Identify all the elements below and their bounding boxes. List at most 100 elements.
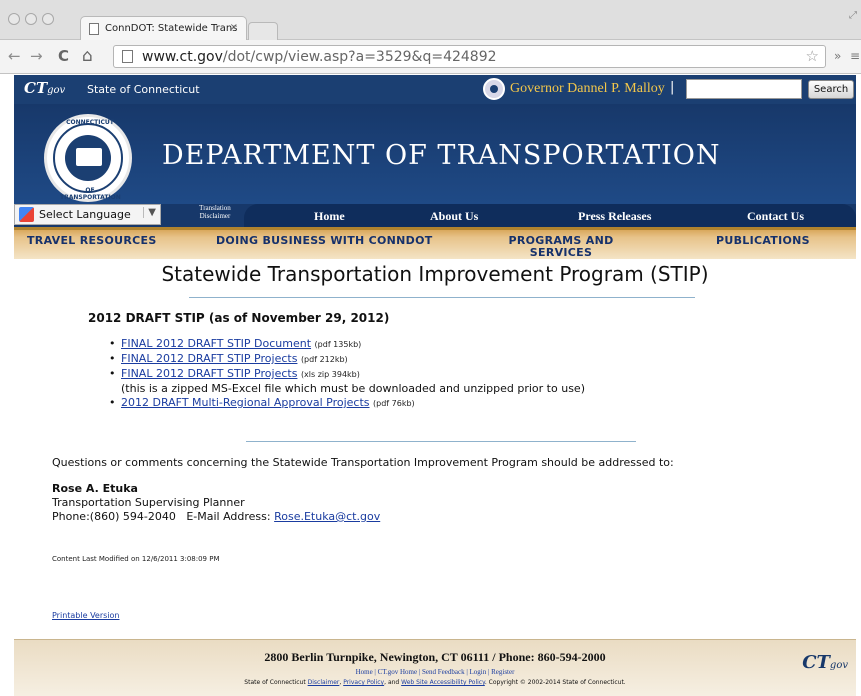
disclaimer-label: Disclaimer [199, 212, 231, 220]
footer-logo-gov: gov [829, 660, 848, 671]
file-meta: (pdf 76kb) [373, 399, 415, 408]
page-margin [0, 74, 14, 696]
list-item: FINAL 2012 DRAFT STIP Projects (xls zip … [107, 367, 585, 382]
maximize-window-icon[interactable] [42, 13, 54, 25]
url-host: www.ct.gov [142, 49, 223, 65]
fullscreen-icon[interactable]: ⤢ [849, 10, 857, 21]
seal-bottom-text: OF TRANSPORTATION [60, 187, 121, 201]
minimize-window-icon[interactable] [25, 13, 37, 25]
nav-about-us[interactable]: About Us [430, 209, 478, 224]
ct-gov-footer-logo[interactable]: CTgov [802, 652, 848, 673]
file-meta: (xls zip 394kb) [300, 370, 360, 379]
final-stip-projects-pdf-link[interactable]: FINAL 2012 DRAFT STIP Projects [121, 352, 297, 365]
copy-prefix: State of Connecticut [244, 679, 306, 686]
chevron-down-icon: ▼ [143, 207, 156, 218]
privacy-policy-link[interactable]: Privacy Policy [343, 679, 384, 686]
file-meta: (pdf 212kb) [300, 355, 348, 364]
nav-press-releases[interactable]: Press Releases [578, 209, 651, 224]
page-title: Statewide Transportation Improvement Pro… [161, 262, 709, 286]
translation-disclaimer-link[interactable]: Translation Disclaimer [195, 204, 235, 220]
browser-tab[interactable]: ConnDOT: Statewide Trans × [80, 16, 247, 41]
nav-home[interactable]: Home [314, 209, 345, 224]
printable-version-link[interactable]: Printable Version [52, 611, 120, 620]
separator: | [670, 80, 675, 95]
ct-gov-bar: CTgov State of Connecticut Governor Dann… [14, 75, 856, 104]
footer-logo-ct: CT [802, 652, 830, 673]
seal-top-text: CONNECTICUT [66, 119, 114, 126]
window-controls[interactable] [8, 13, 54, 25]
ct-gov-logo[interactable]: CTgov [24, 79, 65, 97]
secondary-nav: TRAVEL RESOURCES DOING BUSINESS WITH CON… [14, 227, 856, 259]
page-icon [122, 50, 133, 63]
nav-publications[interactable]: PUBLICATIONS [716, 235, 810, 247]
site-search-input[interactable] [686, 79, 802, 99]
state-label[interactable]: State of Connecticut [87, 83, 200, 96]
main-content: Statewide Transportation Improvement Pro… [14, 259, 856, 639]
home-icon[interactable]: ⌂ [82, 48, 93, 65]
url-path: /dot/cwp/view.asp?a=3529&q=424892 [222, 49, 497, 65]
contact-title: Transportation Supervising Planner [52, 496, 245, 509]
reload-icon[interactable]: C [58, 48, 69, 64]
main-nav: Home About Us Press Releases Contact Us [244, 204, 856, 227]
tab-title: ConnDOT: Statewide Trans [105, 23, 238, 34]
file-meta: (pdf 135kb) [314, 340, 362, 349]
list-item: 2012 DRAFT Multi-Regional Approval Proje… [107, 396, 585, 411]
phone-label: Phone:(860) 594-2040 [52, 510, 176, 523]
address-bar[interactable]: www.ct.gov/dot/cwp/view.asp?a=3529&q=424… [113, 45, 826, 68]
document-list: FINAL 2012 DRAFT STIP Document (pdf 135k… [107, 337, 585, 411]
translation-label: Translation [199, 204, 231, 212]
connecticut-shape-icon [76, 148, 102, 166]
department-title: DEPARTMENT OF TRANSPORTATION [162, 140, 721, 171]
list-item: FINAL 2012 DRAFT STIP Document (pdf 135k… [107, 337, 585, 352]
select-language-dropdown[interactable]: Select Language ▼ [14, 204, 161, 225]
nav-programs-services[interactable]: PROGRAMS AND SERVICES [496, 235, 626, 259]
back-icon[interactable]: ← [8, 48, 21, 64]
close-tab-icon[interactable]: × [230, 22, 238, 33]
contact-name: Rose A. Etuka [52, 482, 138, 495]
questions-text: Questions or comments concerning the Sta… [52, 456, 674, 469]
dot-banner: CONNECTICUT OF TRANSPORTATION DEPARTMENT… [14, 104, 856, 204]
divider [189, 297, 695, 298]
nav-travel-resources[interactable]: TRAVEL RESOURCES [27, 235, 157, 247]
browser-toolbar: ← → C ⌂ www.ct.gov/dot/cwp/view.asp?a=35… [0, 40, 861, 74]
footer-links[interactable]: Home | CT.gov Home | Send Feedback | Log… [14, 668, 856, 676]
new-tab-button[interactable] [248, 22, 278, 40]
google-translate-icon [19, 207, 34, 222]
governor-seal-icon [483, 78, 505, 100]
dot: . [484, 679, 487, 686]
email-link[interactable]: Rose.Etuka@ct.gov [274, 510, 380, 523]
page-icon [89, 23, 99, 35]
nav-contact-us[interactable]: Contact Us [747, 209, 804, 224]
governor-link[interactable]: Governor Dannel P. Malloy [510, 81, 665, 97]
final-stip-document-link[interactable]: FINAL 2012 DRAFT STIP Document [121, 337, 311, 350]
comma: , [384, 679, 387, 686]
search-button[interactable]: Search [808, 80, 854, 99]
menu-icon[interactable]: ≡ [850, 49, 860, 63]
nav-doing-business[interactable]: DOING BUSINESS WITH CONNDOT [216, 235, 433, 247]
footer-copyright: State of Connecticut Disclaimer, Privacy… [14, 679, 856, 686]
logo-ct: CT [24, 79, 48, 97]
multi-regional-projects-link[interactable]: 2012 DRAFT Multi-Regional Approval Proje… [121, 396, 370, 409]
contact-line: Phone:(860) 594-2040 E-Mail Address: Ros… [52, 510, 380, 523]
dot-seal-icon: CONNECTICUT OF TRANSPORTATION [44, 114, 132, 202]
disclaimer-link[interactable]: Disclaimer [308, 679, 340, 686]
stip-subheading: 2012 DRAFT STIP (as of November 29, 2012… [88, 311, 390, 325]
zip-note: (this is a zipped MS-Excel file which mu… [121, 382, 585, 395]
copy-suffix: Copyright © 2002-2014 State of Connectic… [488, 679, 626, 686]
final-stip-projects-xls-link[interactable]: FINAL 2012 DRAFT STIP Projects [121, 367, 297, 380]
last-modified: Content Last Modified on 12/6/2011 3:08:… [52, 555, 220, 563]
divider [246, 441, 636, 442]
list-item: FINAL 2012 DRAFT STIP Projects (pdf 212k… [107, 352, 585, 367]
footer-address: 2800 Berlin Turnpike, Newington, CT 0611… [264, 650, 606, 664]
page-footer: 2800 Berlin Turnpike, Newington, CT 0611… [14, 639, 856, 696]
logo-gov: gov [47, 85, 66, 96]
email-label: E-Mail Address: [186, 510, 271, 523]
bookmark-star-icon[interactable]: ☆ [806, 47, 819, 65]
accessibility-policy-link[interactable]: Web Site Accessibility Policy [401, 679, 485, 686]
forward-icon[interactable]: → [30, 48, 43, 64]
extensions-icon[interactable]: » [834, 49, 841, 63]
close-window-icon[interactable] [8, 13, 20, 25]
comma: , [339, 679, 342, 686]
and-text: and [387, 679, 400, 686]
browser-tab-bar: ConnDOT: Statewide Trans × ⤢ [0, 0, 861, 41]
